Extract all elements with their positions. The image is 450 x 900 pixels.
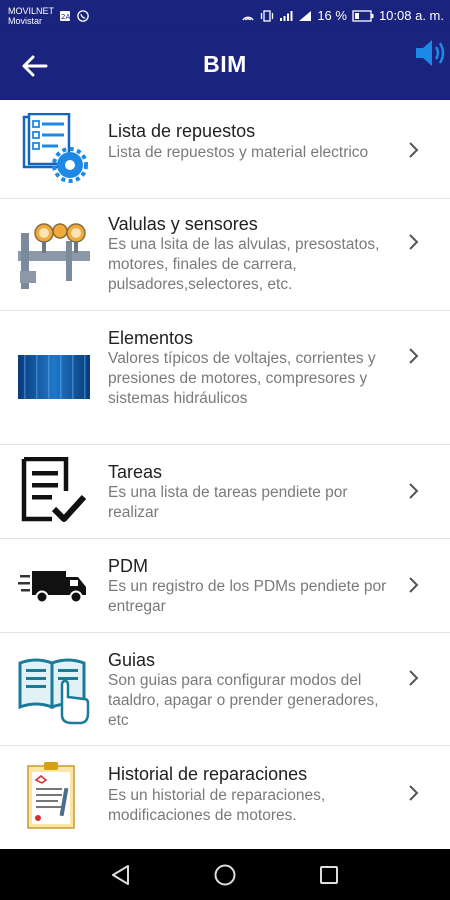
app-bar: BIM [0, 31, 450, 100]
status-right: 16 % 10:08 a. m. [241, 8, 444, 23]
whatsapp-icon [77, 9, 89, 22]
vibrate-icon [261, 9, 274, 22]
chevron-right-icon [409, 142, 419, 158]
item-description: Es una lsita de las alvulas, presostatos… [108, 236, 380, 293]
item-title: Elementos [108, 328, 194, 348]
chevron-right-icon [409, 234, 419, 250]
chevron-right-icon [409, 670, 419, 686]
valves-gauges-icon [18, 223, 90, 289]
item-title: Tareas [108, 462, 163, 482]
item-title: Valulas y sensores [108, 214, 258, 234]
battery-icon [352, 9, 374, 22]
clock: 10:08 a. m. [378, 8, 444, 23]
item-title: Historial de reparaciones [108, 764, 308, 784]
item-description: Son guias para configurar modos del taal… [108, 672, 379, 729]
app-title: BIM [203, 51, 247, 77]
battery-percent: 16 % [317, 8, 347, 23]
nav-back-icon[interactable] [108, 862, 134, 888]
chevron-right-icon [409, 348, 419, 364]
signal-icon-2 [299, 10, 312, 21]
list-item-lista-repuestos[interactable]: Lista de repuestos Lista de repuestos y … [0, 100, 450, 199]
carrier-1: MOVILNET [8, 5, 55, 16]
delivery-truck-icon [18, 571, 86, 604]
item-title: Lista de repuestos [108, 121, 256, 141]
item-description: Es un historial de reparaciones, modific… [108, 787, 326, 824]
list-item-elementos[interactable]: Elementos Valores típicos de voltajes, c… [0, 311, 450, 445]
item-description: Valores típicos de voltajes, corrientes … [108, 350, 376, 407]
nav-recents-icon[interactable] [316, 862, 342, 888]
list-item-pdm[interactable]: PDM Es un registro de los PDMs pendiete … [0, 539, 450, 633]
chevron-right-icon [409, 785, 419, 801]
nav-home-icon[interactable] [212, 862, 238, 888]
menu-list: Lista de repuestos Lista de repuestos y … [0, 100, 450, 849]
system-nav-bar [0, 849, 450, 900]
item-description: Lista de repuestos y material electrico [108, 144, 369, 161]
list-item-valulas-sensores[interactable]: Valulas y sensores Es una lsita de las a… [0, 199, 450, 311]
open-book-hand-icon [18, 658, 90, 725]
list-item-guias[interactable]: Guias Son guias para configurar modos de… [0, 633, 450, 746]
chevron-right-icon [409, 577, 419, 593]
parts-list-gear-icon [22, 113, 88, 183]
task-checklist-icon [21, 457, 87, 522]
item-title: Guias [108, 650, 156, 670]
item-description: Es una lista de tareas pendiete por real… [108, 484, 348, 521]
sd-card-icon: 2A [60, 10, 70, 21]
clipboard-history-icon [27, 762, 75, 829]
list-item-historial[interactable]: Historial de reparaciones Es un historia… [0, 746, 450, 849]
blue-panel-image-icon [18, 355, 90, 399]
carrier-info: MOVILNET Movistar 2A [8, 6, 90, 26]
signal-icon [280, 10, 293, 21]
item-title: PDM [108, 556, 148, 576]
item-description: Es un registro de los PDMs pendiete por … [108, 578, 387, 615]
status-bar: MOVILNET Movistar 2A 16 % 10:08 a. m. [0, 0, 450, 31]
hotspot-icon [242, 16, 254, 20]
svg-text:2A: 2A [61, 13, 70, 21]
chevron-right-icon [409, 483, 419, 499]
list-item-tareas[interactable]: Tareas Es una lista de tareas pendiete p… [0, 445, 450, 539]
speaker-icon[interactable] [412, 35, 448, 71]
carrier-2: Movistar [8, 15, 43, 26]
